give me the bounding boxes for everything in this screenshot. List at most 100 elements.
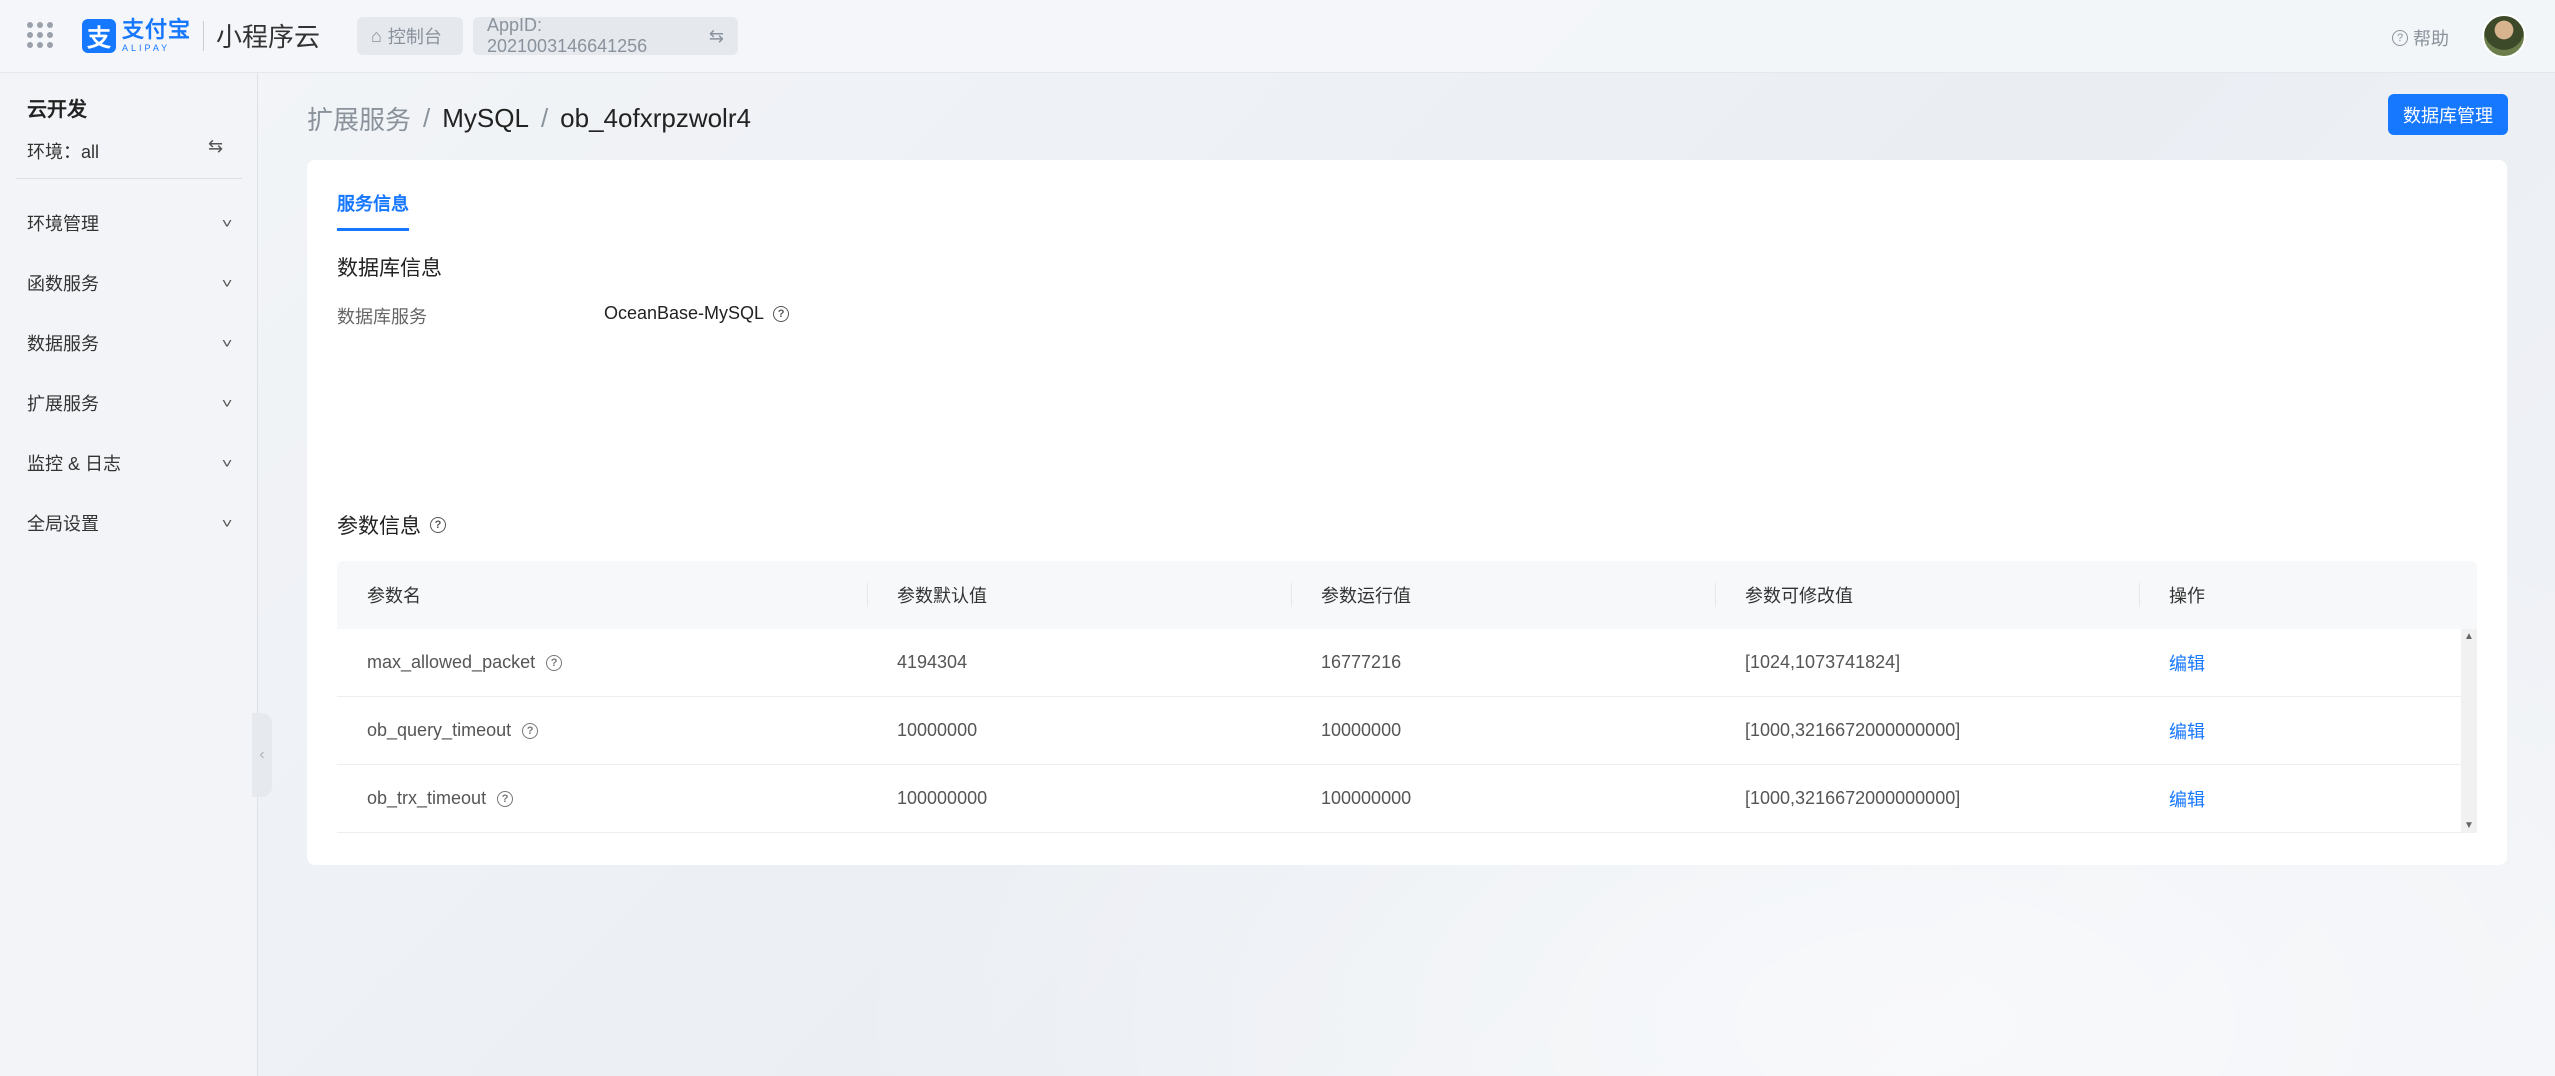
param-name: ob_query_timeout (367, 720, 512, 740)
app-grid-icon[interactable] (27, 22, 53, 48)
console-button[interactable]: ⌂ 控制台 (357, 17, 463, 55)
table-row: ob_trx_timeout ? 100000000 100000000 [10… (337, 765, 2477, 833)
sidebar: 云开发 环境：all ⇆ 环境管理 ˅ 函数服务 ˅ 数据服务 ˅ 扩展服务 ˅… (0, 73, 272, 1076)
breadcrumb: 扩展服务 / MySQL / ob_4ofxrpzwolr4 (307, 100, 751, 137)
param-running: 100000000 (1321, 788, 1412, 808)
breadcrumb-item[interactable]: 扩展服务 (307, 100, 411, 137)
avatar[interactable] (2482, 14, 2526, 58)
logo-cn: 支付宝 (122, 16, 192, 42)
param-default: 4194304 (897, 652, 968, 672)
appid-switcher[interactable]: AppID: 2021003146641256 ⇆ (473, 15, 738, 56)
sidebar-item-monitoring[interactable]: 监控 & 日志 ˅ (0, 433, 258, 493)
product-name: 小程序云 (216, 22, 321, 52)
param-range: [1000,3216672000000000] (1745, 720, 1961, 740)
chevron-down-icon: ˅ (221, 395, 233, 411)
db-manage-button[interactable]: 数据库管理 (2388, 94, 2508, 135)
sidebar-item-data[interactable]: 数据服务 ˅ (0, 313, 258, 373)
logo-en: ALIPAY (122, 42, 171, 53)
breadcrumb-current: ob_4ofxrpzwolr4 (560, 103, 751, 133)
sidebar-item-functions[interactable]: 函数服务 ˅ (0, 253, 258, 313)
db-info-title-text: 数据库信息 (337, 257, 442, 280)
params-title: 参数信息 ? (337, 510, 446, 540)
edit-link[interactable]: 编辑 (2169, 718, 2205, 744)
logo-text: 支付宝 ALIPAY (122, 16, 192, 53)
home-icon: ⌂ (371, 25, 382, 46)
param-default: 10000000 (897, 720, 978, 740)
sidebar-divider (16, 178, 242, 179)
db-service-label: 数据库服务 (337, 307, 427, 327)
alipay-logo-icon: 支 (82, 18, 116, 53)
edit-link-cell: 编辑 (2139, 650, 2449, 676)
top-header: 支 支付宝 ALIPAY 小程序云 ⌂ 控制台 AppID: 202100314… (0, 0, 2555, 73)
column-header: 参数可修改值 (1715, 561, 2139, 629)
chevron-left-icon: ‹ (259, 746, 265, 763)
table-header: 参数名 参数默认值 参数运行值 参数可修改值 操作 (337, 561, 2477, 629)
sidebar-item-label: 监控 & 日志 (27, 454, 122, 474)
params-table: 参数名 参数默认值 参数运行值 参数可修改值 操作 max_allowed_pa… (337, 561, 2477, 833)
sidebar-item-label: 扩展服务 (27, 394, 99, 414)
question-icon[interactable]: ? (497, 790, 514, 807)
sidebar-item-label: 函数服务 (27, 274, 99, 294)
db-service-value: OceanBase-MySQL ? (604, 303, 790, 324)
sidebar-title: 云开发 (27, 99, 87, 121)
logo-divider (203, 20, 205, 51)
sidebar-item-extensions[interactable]: 扩展服务 ˅ (0, 373, 258, 433)
service-card: 服务信息 数据库信息 数据库服务 OceanBase-MySQL ? 参数信息 … (307, 160, 2507, 865)
params-title-text: 参数信息 (337, 515, 421, 538)
db-info-title: 数据库信息 (337, 252, 442, 282)
sidebar-menu: 环境管理 ˅ 函数服务 ˅ 数据服务 ˅ 扩展服务 ˅ 监控 & 日志 ˅ 全局… (0, 193, 258, 553)
env-swap-icon[interactable]: ⇆ (208, 136, 223, 157)
help-label: 帮助 (2413, 29, 2449, 49)
param-name: max_allowed_packet (367, 652, 536, 672)
param-default: 100000000 (897, 788, 988, 808)
tab-service-info[interactable]: 服务信息 (337, 190, 409, 231)
chevron-down-icon: ˅ (221, 515, 233, 531)
param-name: ob_trx_timeout (367, 788, 487, 808)
sidebar-item-env[interactable]: 环境管理 ˅ (0, 193, 258, 253)
question-icon[interactable]: ? (430, 517, 446, 533)
scroll-down-icon[interactable]: ▼ (2464, 820, 2474, 831)
param-running: 10000000 (1321, 720, 1402, 740)
edit-link-cell: 编辑 (2139, 786, 2449, 812)
help-link[interactable]: ? 帮助 (2392, 25, 2449, 51)
param-name-cell: max_allowed_packet ? (337, 652, 867, 673)
sidebar-item-label: 数据服务 (27, 334, 99, 354)
env-label: 环境：all (27, 142, 100, 162)
param-range: [1000,3216672000000000] (1745, 788, 1961, 808)
table-row: ob_query_timeout ? 10000000 10000000 [10… (337, 697, 2477, 765)
sidebar-item-settings[interactable]: 全局设置 ˅ (0, 493, 258, 553)
swap-icon: ⇆ (708, 25, 724, 46)
param-name-cell: ob_trx_timeout ? (337, 788, 867, 809)
param-name-cell: ob_query_timeout ? (337, 720, 867, 741)
logo[interactable]: 支 支付宝 ALIPAY 小程序云 (82, 17, 320, 54)
scroll-up-icon[interactable]: ▲ (2464, 631, 2474, 642)
param-range: [1024,1073741824] (1745, 652, 1901, 672)
db-service-value-text: OceanBase-MySQL (604, 303, 765, 323)
column-header: 参数默认值 (867, 561, 1291, 629)
chevron-down-icon: ˅ (221, 455, 233, 471)
sidebar-collapse-handle[interactable]: ‹ (252, 713, 272, 797)
column-header: 参数运行值 (1291, 561, 1715, 629)
breadcrumb-separator: / (423, 103, 431, 133)
table-scrollbar[interactable]: ▲ ▼ (2461, 629, 2477, 833)
chevron-down-icon: ˅ (221, 215, 233, 231)
sidebar-item-label: 全局设置 (27, 514, 99, 534)
breadcrumb-item[interactable]: MySQL (442, 103, 529, 134)
sidebar-item-label: 环境管理 (27, 214, 99, 234)
console-label: 控制台 (387, 27, 442, 47)
question-icon[interactable]: ? (522, 722, 539, 739)
edit-link-cell: 编辑 (2139, 718, 2449, 744)
param-running: 16777216 (1321, 652, 1402, 672)
table-body: max_allowed_packet ? 4194304 16777216 [1… (337, 629, 2477, 833)
chevron-down-icon: ˅ (221, 275, 233, 291)
question-icon[interactable]: ? (546, 654, 563, 671)
breadcrumb-separator: / (540, 103, 549, 133)
appid-label: AppID: 2021003146641256 (487, 15, 648, 56)
column-header: 参数名 (367, 586, 421, 606)
question-icon[interactable]: ? (773, 305, 790, 322)
edit-link[interactable]: 编辑 (2169, 650, 2205, 676)
edit-link[interactable]: 编辑 (2169, 786, 2205, 812)
column-header: 操作 (2139, 561, 2449, 629)
table-row: max_allowed_packet ? 4194304 16777216 [1… (337, 629, 2477, 697)
help-icon: ? (2392, 30, 2408, 46)
